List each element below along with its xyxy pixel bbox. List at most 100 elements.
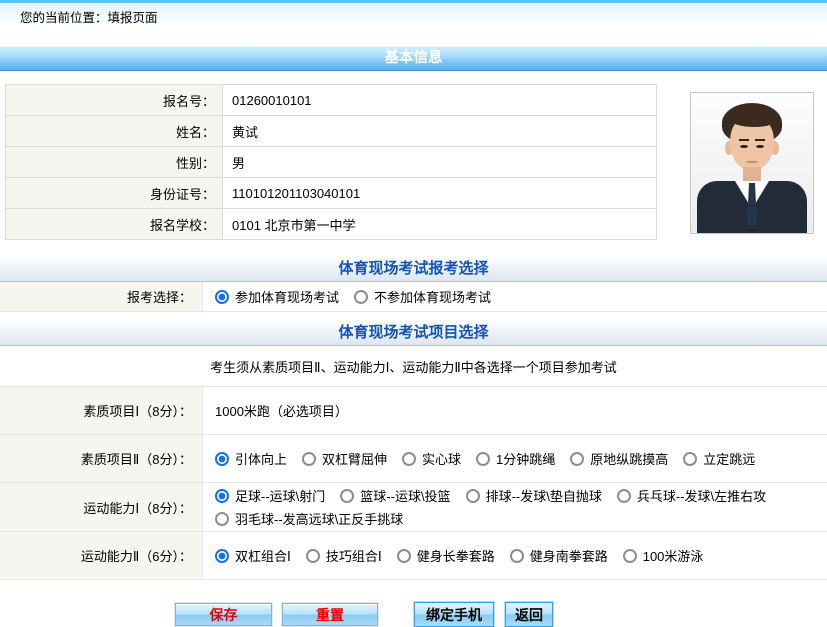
field-label: 身份证号： [5, 177, 223, 209]
radio-option-item-2[interactable]: 篮球--运球\投篮 [340, 486, 451, 505]
table-row: 报名号： 01260010101 [5, 84, 657, 116]
item-choice-header: 体育现场考试项目选择 [0, 321, 827, 346]
bind-phone-button[interactable]: 绑定手机 [414, 602, 494, 627]
exam-choice-row-label: 报考选择： [0, 282, 203, 311]
radio-unselected-icon[interactable] [683, 451, 698, 466]
item-row-label: 运动能力Ⅰ（8分）： [0, 483, 203, 531]
basic-info-header: 基本信息 [0, 46, 827, 71]
radio-unselected-icon[interactable] [215, 511, 229, 526]
radio-option-item-3[interactable]: 健身长拳套路 [396, 546, 495, 565]
radio-label: 技巧组合Ⅰ [325, 549, 382, 564]
radio-unselected-icon[interactable] [340, 488, 355, 503]
item-row: 运动能力Ⅰ（8分）： 足球--运球\射门 篮球--运球\投篮 排球--发球\垫自抛球 兵… [0, 483, 827, 532]
radio-unselected-icon[interactable] [509, 548, 524, 563]
radio-option-item-1[interactable]: 实心球 [402, 449, 461, 468]
radio-unselected-icon[interactable] [622, 548, 637, 563]
radio-label: 篮球--运球\投篮 [360, 489, 451, 504]
radio-unselected-icon[interactable] [302, 451, 317, 466]
field-label: 姓名： [5, 115, 223, 147]
basic-info-table: 报名号： 01260010101 姓名： 黄试 性别：男身份证号： 11010120110… [5, 84, 657, 240]
photo-eyebrow [739, 139, 749, 141]
radio-label: 引体向上 [235, 452, 288, 467]
button-bar: 保存 重置 绑定手机 返回 [175, 602, 827, 627]
field-value: 黄试 [222, 115, 657, 147]
photo-mouth [746, 161, 758, 163]
radio-option-item-2[interactable]: 足球--运球\射门 [215, 486, 325, 505]
radio-label: 原地纵跳摸高 [590, 452, 669, 467]
applicant-photo [690, 92, 814, 234]
radio-unselected-icon[interactable] [465, 488, 480, 503]
basic-info-table-body: 报名号： 01260010101 姓名： 黄试 性别：男身份证号： 11010120110… [5, 84, 657, 240]
reset-button[interactable]: 重置 [282, 603, 378, 626]
breadcrumb-bar: 您的当前位置：填报页面 [0, 0, 827, 30]
item-choice-title: 体育现场考试项目选择 [338, 324, 489, 341]
field-value: 男 [222, 146, 657, 178]
photo-eye [740, 145, 748, 148]
radio-unselected-icon[interactable] [305, 548, 320, 563]
radio-unselected-icon[interactable] [396, 548, 411, 563]
radio-selected-icon[interactable] [215, 289, 229, 304]
item-choice-note: 考生须从素质项目Ⅱ、运动能力Ⅰ、运动能力Ⅱ中各选择一个项目参加考试 [210, 359, 617, 375]
photo-eye [756, 145, 764, 148]
item-row: 素质项目Ⅱ（8分）： 引体向上 双杠臂屈伸 实心球 1分钟跳绳 原地纵跳摸高 立定跳远 [0, 435, 827, 483]
item-row-value: 双杠组合Ⅰ 技巧组合Ⅰ 健身长拳套路 健身南拳套路 100米游泳 [203, 543, 827, 568]
back-button[interactable]: 返回 [505, 602, 553, 627]
exam-choice-header: 体育现场考试报考选择 [0, 257, 827, 282]
radio-option-exam-choice[interactable]: 参加体育现场考试 [215, 287, 339, 306]
save-button[interactable]: 保存 [175, 603, 272, 626]
radio-selected-icon[interactable] [215, 548, 229, 563]
item-row-value: 1000米跑（必选项目） [203, 398, 827, 423]
radio-label: 兵乓球--发球\左推右攻 [636, 489, 767, 504]
radio-label: 排球--发球\垫自抛球 [485, 489, 602, 504]
breadcrumb: 您的当前位置：填报页面 [20, 11, 158, 25]
radio-option-exam-choice[interactable]: 不参加体育现场考试 [354, 287, 491, 306]
item-row: 素质项目Ⅰ（8分）： 1000米跑（必选项目） [0, 387, 827, 435]
radio-label: 足球--运球\射门 [235, 489, 326, 504]
field-label: 性别： [5, 146, 223, 178]
radio-option-item-3[interactable]: 健身南拳套路 [509, 546, 608, 565]
field-label: 报名学校： [5, 208, 223, 240]
item-row: 运动能力Ⅱ（6分）： 双杠组合Ⅰ 技巧组合Ⅰ 健身长拳套路 健身南拳套路 100米游泳 [0, 532, 827, 580]
exam-choice-row: 报考选择： 参加体育现场考试 不参加体育现场考试 [0, 282, 827, 312]
radio-unselected-icon[interactable] [354, 289, 369, 304]
radio-unselected-icon[interactable] [402, 451, 417, 466]
radio-option-item-2[interactable]: 兵乓球--发球\左推右攻 [616, 486, 767, 505]
radio-option-item-1[interactable]: 双杠臂屈伸 [302, 449, 387, 468]
radio-selected-icon[interactable] [215, 451, 229, 466]
radio-label: 实心球 [422, 452, 462, 467]
radio-option-item-1[interactable]: 1分钟跳绳 [476, 449, 555, 468]
radio-unselected-icon[interactable] [570, 451, 585, 466]
radio-unselected-icon[interactable] [476, 451, 491, 466]
radio-label: 健身南拳套路 [529, 549, 608, 564]
radio-selected-icon[interactable] [215, 488, 229, 503]
field-value: 0101 北京市第一中学 [222, 208, 657, 240]
table-row: 性别：男 [5, 146, 657, 178]
radio-label: 双杠组合Ⅰ [235, 549, 291, 564]
exam-choice-options: 参加体育现场考试 不参加体育现场考试 [203, 284, 827, 309]
radio-option-item-1[interactable]: 引体向上 [215, 449, 287, 468]
radio-label: 100米游泳 [642, 549, 704, 564]
item-row-label: 运动能力Ⅱ（6分）： [0, 532, 203, 579]
radio-option-item-3[interactable]: 双杠组合Ⅰ [215, 546, 291, 565]
radio-label: 双杠臂屈伸 [322, 452, 388, 467]
radio-label: 1分钟跳绳 [496, 452, 556, 467]
item-row-label: 素质项目Ⅰ（8分）： [0, 387, 203, 434]
radio-label: 立定跳远 [703, 452, 756, 467]
radio-label: 羽毛球--发高远球\正反手挑球 [235, 512, 404, 527]
radio-option-item-3[interactable]: 100米游泳 [622, 546, 704, 565]
field-value: 01260010101 [222, 84, 657, 116]
radio-label: 健身长拳套路 [416, 549, 495, 564]
radio-option-item-2[interactable]: 羽毛球--发高远球\正反手挑球 [215, 509, 403, 528]
field-label: 报名号： [5, 84, 223, 116]
radio-unselected-icon[interactable] [616, 488, 631, 503]
photo-eyebrow [755, 139, 765, 141]
radio-label: 参加体育现场考试 [235, 290, 340, 305]
radio-option-item-1[interactable]: 立定跳远 [683, 449, 755, 468]
item-rows: 素质项目Ⅰ（8分）： 1000米跑（必选项目） 素质项目Ⅱ（8分）： 引体向上 双杠臂屈… [0, 387, 827, 580]
table-row: 身份证号： 110101201103040101 [5, 177, 657, 209]
radio-option-item-2[interactable]: 排球--发球\垫自抛球 [465, 486, 602, 505]
radio-option-item-3[interactable]: 技巧组合Ⅰ [305, 546, 382, 565]
radio-option-item-1[interactable]: 原地纵跳摸高 [570, 449, 668, 468]
exam-choice-title: 体育现场考试报考选择 [338, 260, 489, 277]
fixed-item-text: 1000米跑（必选项目） [215, 404, 348, 419]
